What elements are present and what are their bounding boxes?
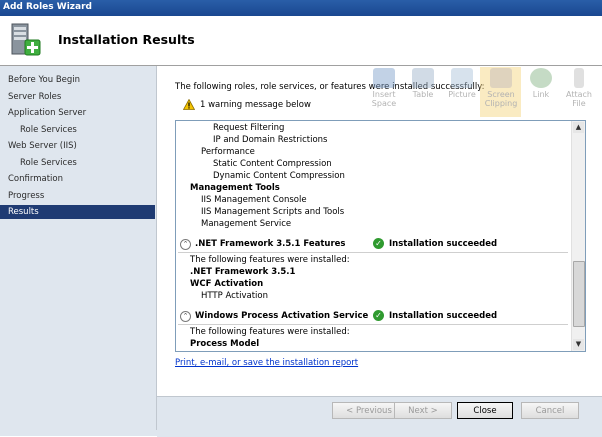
window-titlebar[interactable]: Add Roles Wizard <box>0 0 602 16</box>
list-item: HTTP Activation <box>201 291 269 301</box>
scrollbar-thumb[interactable] <box>573 261 585 327</box>
window-title: Add Roles Wizard <box>3 2 92 12</box>
list-item: Management Tools <box>190 183 280 193</box>
list-item: IP and Domain Restrictions <box>213 135 328 145</box>
list-item: Request Filtering <box>213 123 285 133</box>
section-title: .NET Framework 3.5.1 Features <box>195 239 346 249</box>
bottom-strip <box>0 430 157 436</box>
sidebar-item-server-roles[interactable]: Server Roles <box>0 90 155 104</box>
sidebar-item-confirmation[interactable]: Confirmation <box>0 172 155 186</box>
cancel-button[interactable]: Cancel <box>521 402 579 419</box>
section-title: Windows Process Activation Service <box>195 311 369 321</box>
section-intro: The following features were installed: <box>190 327 350 337</box>
next-button[interactable]: Next > <box>394 402 452 419</box>
list-item: IIS Management Scripts and Tools <box>201 207 345 217</box>
list-item: Static Content Compression <box>213 159 332 169</box>
scroll-up-icon[interactable]: ▲ <box>573 122 584 133</box>
server-roles-icon <box>11 23 41 56</box>
section-divider <box>178 252 568 253</box>
list-item: Performance <box>201 147 255 157</box>
list-item: WCF Activation <box>190 279 264 289</box>
list-item: Management Service <box>201 219 292 229</box>
wizard-steps-sidebar: Before You Begin Server Roles Applicatio… <box>0 66 157 436</box>
sidebar-item-web-server-iis[interactable]: Web Server (IIS) <box>0 139 155 153</box>
success-check-icon: ✓ <box>373 310 384 321</box>
section-net-framework: ⌃ .NET Framework 3.5.1 Features ✓ Instal… <box>176 237 571 253</box>
list-item: Dynamic Content Compression <box>213 171 345 181</box>
sidebar-item-app-role-services[interactable]: Role Services <box>0 123 155 137</box>
results-scrollbar[interactable]: ▲ ▼ <box>571 121 585 351</box>
section-status: Installation succeeded <box>389 311 498 321</box>
section-status: Installation succeeded <box>389 239 498 249</box>
sidebar-item-before-you-begin[interactable]: Before You Begin <box>0 73 155 87</box>
scroll-down-icon[interactable]: ▼ <box>573 339 584 350</box>
list-item: Process Model <box>190 339 260 349</box>
list-item: .NET Framework 3.5.1 <box>190 267 296 277</box>
sidebar-item-application-server[interactable]: Application Server <box>0 106 155 120</box>
section-divider <box>178 324 568 325</box>
sidebar-item-progress[interactable]: Progress <box>0 189 155 203</box>
warning-message: 1 warning message below <box>200 100 311 110</box>
collapse-icon[interactable]: ⌃ <box>180 239 191 250</box>
page-title: Installation Results <box>58 32 195 47</box>
list-item: IIS Management Console <box>201 195 307 205</box>
results-list[interactable]: Request Filtering IP and Domain Restrict… <box>175 120 586 352</box>
collapse-icon[interactable]: ⌃ <box>180 311 191 322</box>
section-was: ⌃ Windows Process Activation Service ✓ I… <box>176 309 571 325</box>
warning-icon <box>183 99 195 110</box>
sidebar-item-web-role-services[interactable]: Role Services <box>0 156 155 170</box>
installation-report-link[interactable]: Print, e-mail, or save the installation … <box>175 358 358 368</box>
close-button[interactable]: Close <box>457 402 513 419</box>
results-summary: The following roles, role services, or f… <box>175 82 485 92</box>
sidebar-item-results[interactable]: Results <box>0 205 155 219</box>
section-intro: The following features were installed: <box>190 255 350 265</box>
success-check-icon: ✓ <box>373 238 384 249</box>
wizard-header: Installation Results <box>0 16 602 66</box>
